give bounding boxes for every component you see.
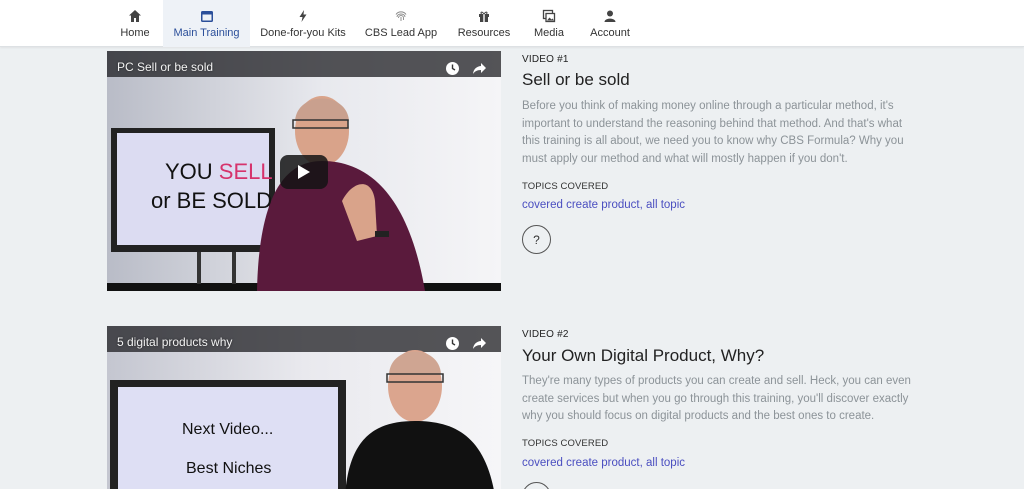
video-title-2: Your Own Digital Product, Why? xyxy=(522,346,765,365)
nav-done-for-you-kits-label: Done-for-you Kits xyxy=(260,27,346,39)
play-icon xyxy=(298,165,310,179)
nav-home-label: Home xyxy=(120,27,150,39)
nav-media[interactable]: Media xyxy=(530,0,568,47)
screen-text-best-niches: Best Niches xyxy=(186,460,272,477)
nav-media-label: Media xyxy=(534,27,564,39)
top-navigation: Home Main Training Done-for-you Kits CBS… xyxy=(0,0,1024,47)
play-button-1[interactable] xyxy=(280,155,328,189)
screen-text-you-sell: YOU SELL xyxy=(165,159,273,185)
video-player-1[interactable]: YOU SELL or BE SOLD PC Sell or be sold xyxy=(107,51,501,291)
topic-link[interactable]: covered create product, all topic xyxy=(522,457,685,469)
watch-later-icon[interactable] xyxy=(445,336,460,351)
nav-account-label: Account xyxy=(590,27,630,39)
video-player-title-2[interactable]: 5 digital products why xyxy=(117,335,232,349)
video-number-2: VIDEO #2 xyxy=(522,329,569,340)
video-player-2[interactable]: Next Video... Best Niches 5 digital prod… xyxy=(107,326,501,489)
screen-text-you: YOU xyxy=(165,159,219,184)
screen-text-sell: SELL xyxy=(218,159,273,184)
bolt-icon xyxy=(299,10,307,22)
topic-link[interactable]: covered create product, all topic xyxy=(522,199,685,211)
video-thumbnail-2 xyxy=(107,326,501,489)
topics-covered-label-2: TOPICS COVERED xyxy=(522,438,609,449)
nav-done-for-you-kits[interactable]: Done-for-you Kits xyxy=(260,0,346,47)
share-icon[interactable] xyxy=(472,336,487,351)
nav-home[interactable]: Home xyxy=(115,0,155,47)
nav-main-training-label: Main Training xyxy=(173,27,240,39)
video-description-2: They're many types of products you can c… xyxy=(522,375,911,422)
gift-icon xyxy=(479,11,489,22)
video-controls-2 xyxy=(445,336,487,351)
help-button-2[interactable] xyxy=(522,482,551,489)
share-icon[interactable] xyxy=(472,61,487,76)
media-icon xyxy=(542,9,556,23)
nav-account[interactable]: Account xyxy=(588,0,632,47)
help-button-1[interactable]: ? xyxy=(522,225,551,254)
user-icon xyxy=(604,10,616,22)
video-description-1: Before you think of making money online … xyxy=(522,100,904,165)
nav-cbs-lead-app-label: CBS Lead App xyxy=(364,27,438,39)
nav-resources[interactable]: Resources xyxy=(457,0,511,47)
video-controls-1 xyxy=(445,61,487,76)
home-icon xyxy=(129,10,141,22)
topics-links-1: covered create product, all topic xyxy=(522,199,685,211)
topics-covered-label-1: TOPICS COVERED xyxy=(522,181,609,192)
watch-later-icon[interactable] xyxy=(445,61,460,76)
topics-links-2: covered create product, all topic xyxy=(522,457,685,469)
nav-resources-label: Resources xyxy=(457,27,511,39)
screen-text-or-be-sold: or BE SOLD xyxy=(151,188,273,213)
nav-cbs-lead-app[interactable]: CBS Lead App xyxy=(365,0,437,47)
fingerprint-icon xyxy=(395,11,407,21)
video-player-title-1[interactable]: PC Sell or be sold xyxy=(117,60,213,74)
video-title-1: Sell or be sold xyxy=(522,70,630,89)
calendar-icon xyxy=(200,11,213,22)
video-number-1: VIDEO #1 xyxy=(522,54,569,65)
screen-text-next-video: Next Video... xyxy=(182,421,274,438)
nav-main-training[interactable]: Main Training xyxy=(163,0,250,47)
